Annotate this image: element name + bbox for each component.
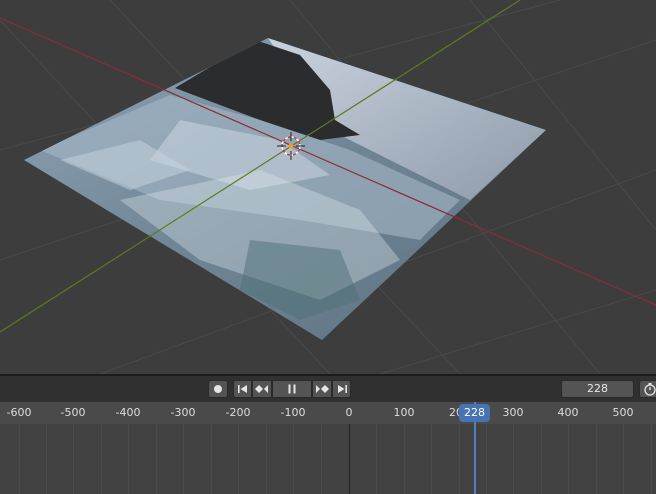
frame-gridline (513, 424, 514, 494)
record-button[interactable] (208, 380, 228, 398)
frame-gridline (73, 424, 74, 494)
ruler-label: -200 (225, 406, 251, 419)
previous-keyframe-icon (255, 385, 268, 393)
previous-keyframe-button[interactable] (252, 380, 272, 398)
frame-gridline (211, 424, 212, 494)
frame-gridline (431, 424, 432, 494)
stopwatch-icon (644, 383, 656, 396)
pause-button[interactable] (272, 380, 312, 398)
frame-gridline (46, 424, 47, 494)
frame-gridline (623, 424, 624, 494)
ruler-label: -400 (115, 406, 141, 419)
jump-to-start-button[interactable] (233, 380, 252, 398)
ruler-label: -600 (6, 406, 32, 419)
frame-gridline (101, 424, 102, 494)
timeline-track-area[interactable] (0, 424, 656, 494)
frame-gridline (156, 424, 157, 494)
playhead-frame-badge[interactable]: 228 (459, 404, 490, 422)
current-frame-field[interactable]: 228 (561, 380, 634, 398)
record-icon (214, 385, 222, 393)
frame-gridline (541, 424, 542, 494)
3d-viewport[interactable] (0, 0, 656, 374)
viewport-scene (0, 0, 656, 374)
stopwatch-button[interactable] (639, 380, 656, 398)
next-keyframe-icon (316, 385, 329, 393)
frame-gridline (404, 424, 405, 494)
jump-to-end-button[interactable] (332, 380, 351, 398)
frame-gridline (568, 424, 569, 494)
ruler-label: 100 (393, 406, 415, 419)
frame-gridline (293, 424, 294, 494)
ruler-label: -100 (280, 406, 306, 419)
frame-gridline (266, 424, 267, 494)
ruler-label: 0 (345, 406, 353, 419)
jump-to-end-icon (337, 385, 347, 393)
frame-gridline (459, 424, 460, 494)
frame-gridline (486, 424, 487, 494)
frame-gridline (128, 424, 129, 494)
image-plane-texture (40, 38, 546, 320)
pause-icon (288, 384, 296, 394)
frame-gridline (596, 424, 597, 494)
frame-gridline (651, 424, 652, 494)
timeline-header: 228 (0, 376, 656, 402)
timeline-ruler[interactable]: -600 -500 -400 -300 -200 -100 0 100 20 3… (0, 402, 656, 424)
frame-gridline (19, 424, 20, 494)
ruler-label: -300 (170, 406, 196, 419)
frame-gridline (238, 424, 239, 494)
frame-gridline (376, 424, 377, 494)
ruler-label: 500 (612, 406, 634, 419)
ruler-label: 400 (557, 406, 579, 419)
next-keyframe-button[interactable] (312, 380, 332, 398)
jump-to-start-icon (237, 385, 247, 393)
ruler-label: 300 (502, 406, 524, 419)
frame-zero-line (349, 424, 350, 494)
frame-gridline (183, 424, 184, 494)
frame-gridline (321, 424, 322, 494)
ruler-label: -500 (60, 406, 86, 419)
